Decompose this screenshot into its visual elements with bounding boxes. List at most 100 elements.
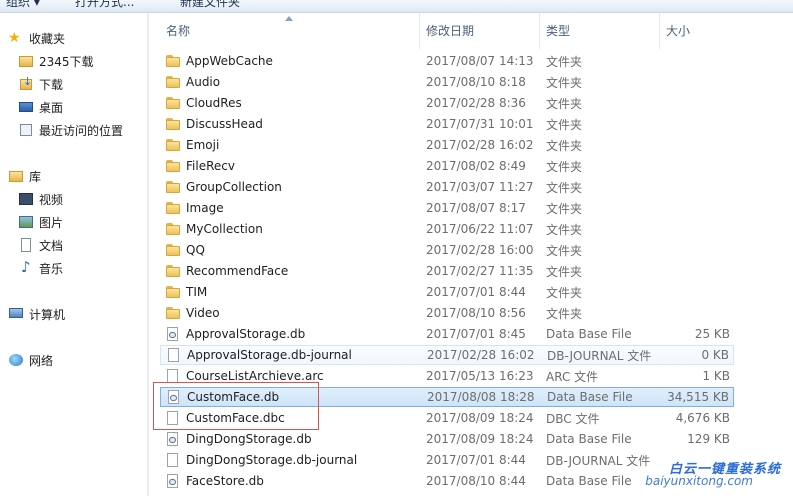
video-library-icon <box>18 191 34 207</box>
file-type: 文件夹 <box>546 75 583 90</box>
file-type: 文件夹 <box>546 180 583 195</box>
file-row[interactable]: TIM 2017/07/01 8:44 文件夹 <box>160 282 734 302</box>
file-date: 2017/07/01 8:44 <box>426 453 526 467</box>
file-date: 2017/02/28 8:36 <box>426 96 526 110</box>
new-folder-button[interactable]: 新建文件夹 <box>180 0 240 10</box>
file-row[interactable]: RecommendFace 2017/02/27 11:35 文件夹 <box>160 261 734 281</box>
folder-icon <box>165 305 181 321</box>
file-name: ApprovalStorage.db <box>186 327 306 341</box>
file-icon <box>166 347 182 363</box>
file-row[interactable]: DingDongStorage.db 2017/08/09 18:24 Data B… <box>160 429 734 449</box>
file-name: RecommendFace <box>186 264 289 278</box>
library-icon <box>8 168 24 184</box>
nav-libraries[interactable]: 库 <box>8 166 41 186</box>
sort-ascending-icon <box>285 16 293 21</box>
file-name-cell: CustomFace.dbc <box>165 410 285 426</box>
file-row[interactable]: FileRecv 2017/08/02 8:49 文件夹 <box>160 156 734 176</box>
nav-item-2345-downloads[interactable]: 2345下载 <box>18 51 94 71</box>
file-date: 2017/02/27 11:35 <box>426 264 534 278</box>
column-date-label: 修改日期 <box>426 24 475 38</box>
file-type: Data Base File <box>546 432 632 446</box>
file-row[interactable]: CustomFace.dbc 2017/08/09 18:24 DBC 文件 4,67… <box>160 408 734 428</box>
nav-item-music[interactable]: 音乐 <box>18 258 63 278</box>
nav-item-label: 视频 <box>39 192 64 207</box>
document-library-icon <box>18 237 34 253</box>
file-row[interactable]: CourseListArchieve.arc 2017/05/13 16:23 AR… <box>160 366 734 386</box>
folder-icon <box>165 95 181 111</box>
file-type: 文件夹 <box>546 54 583 69</box>
file-row[interactable]: CloudRes 2017/02/28 8:36 文件夹 <box>160 93 734 113</box>
column-header: 名称 修改日期 类型 大小 <box>149 13 793 49</box>
folder-icon <box>165 116 181 132</box>
file-date: 2017/08/02 8:49 <box>426 159 526 173</box>
nav-item-documents[interactable]: 文档 <box>18 235 63 255</box>
column-type-label: 类型 <box>546 24 571 38</box>
nav-item-downloads[interactable]: 下载 <box>18 74 63 94</box>
file-row[interactable]: GroupCollection 2017/03/07 11:27 文件夹 <box>160 177 734 197</box>
nav-item-label: 下载 <box>39 77 64 92</box>
file-row[interactable]: Emoji 2017/02/28 16:02 文件夹 <box>160 135 734 155</box>
file-row[interactable]: AppWebCache 2017/08/07 14:13 文件夹 <box>160 51 734 71</box>
file-row[interactable]: MyCollection 2017/06/22 11:07 文件夹 <box>160 219 734 239</box>
file-type: Data Base File <box>546 474 632 488</box>
folder-icon <box>165 137 181 153</box>
file-row[interactable]: DiscussHead 2017/07/31 10:01 文件夹 <box>160 114 734 134</box>
file-name-cell: Image <box>165 200 224 216</box>
file-type: 文件夹 <box>546 138 583 153</box>
column-header-size[interactable]: 大小 <box>660 13 734 49</box>
folder-icon <box>165 200 181 216</box>
file-date: 2017/06/22 11:07 <box>426 222 534 236</box>
file-date: 2017/02/28 16:02 <box>426 138 534 152</box>
file-type: 文件夹 <box>546 117 583 132</box>
file-date: 2017/08/10 8:56 <box>426 306 526 320</box>
computer-icon <box>8 306 24 322</box>
watermark: 白云一键重装系统 baiyunxitong.com <box>645 456 793 496</box>
file-type: 文件夹 <box>546 243 583 258</box>
file-name-cell: CustomFace.db <box>166 389 279 405</box>
nav-computer-label: 计算机 <box>29 307 66 322</box>
file-name: GroupCollection <box>186 180 282 194</box>
nav-item-pictures[interactable]: 图片 <box>18 212 63 232</box>
file-row[interactable]: Video 2017/08/10 8:56 文件夹 <box>160 303 734 323</box>
folder-icon <box>165 74 181 90</box>
download-folder-icon <box>18 75 34 92</box>
file-name-cell: TIM <box>165 284 207 300</box>
nav-network[interactable]: 网络 <box>8 350 53 370</box>
file-row[interactable]: Image 2017/08/07 8:17 文件夹 <box>160 198 734 218</box>
file-date: 2017/08/07 8:17 <box>426 201 526 215</box>
file-name-cell: ApprovalStorage.db <box>165 326 305 342</box>
nav-item-label: 音乐 <box>39 261 64 276</box>
file-size: 129 KB <box>687 432 730 446</box>
file-row[interactable]: Audio 2017/08/10 8:18 文件夹 <box>160 72 734 92</box>
file-icon <box>165 368 181 384</box>
column-header-date[interactable]: 修改日期 <box>420 13 540 49</box>
file-type: DB-JOURNAL 文件 <box>547 348 652 363</box>
open-with-button[interactable]: 打开方式... <box>75 0 134 10</box>
file-date: 2017/03/07 11:27 <box>426 180 534 194</box>
file-row[interactable]: QQ 2017/02/28 16:00 文件夹 <box>160 240 734 260</box>
file-row[interactable]: ApprovalStorage.db 2017/07/01 8:45 Data Ba… <box>160 324 734 344</box>
nav-item-videos[interactable]: 视频 <box>18 189 63 209</box>
organize-menu[interactable]: 组织 ▾ <box>6 0 40 10</box>
folder-icon <box>165 53 181 69</box>
file-row[interactable]: CustomFace.db 2017/08/08 18:28 Data Base F… <box>160 387 734 407</box>
file-type: Data Base File <box>547 390 633 404</box>
database-file-icon <box>166 389 182 405</box>
file-name: QQ <box>186 243 205 257</box>
database-file-icon <box>165 431 181 447</box>
file-name-cell: Audio <box>165 74 220 90</box>
nav-computer[interactable]: 计算机 <box>8 304 65 324</box>
file-name-cell: ApprovalStorage.db-journal <box>166 347 352 363</box>
nav-favorites[interactable]: ★ 收藏夹 <box>8 28 65 48</box>
file-icon <box>165 452 181 468</box>
database-file-icon <box>165 473 181 489</box>
file-name: AppWebCache <box>186 54 273 68</box>
column-header-type[interactable]: 类型 <box>540 13 660 49</box>
file-name-cell: Emoji <box>165 137 219 153</box>
file-name-cell: MyCollection <box>165 221 263 237</box>
file-row[interactable]: ApprovalStorage.db-journal 2017/02/28 16:… <box>160 345 734 365</box>
nav-item-desktop[interactable]: 桌面 <box>18 97 63 117</box>
file-type: 文件夹 <box>546 306 583 321</box>
file-name: DingDongStorage.db <box>186 432 312 446</box>
nav-item-recent-places[interactable]: 最近访问的位置 <box>18 120 123 140</box>
